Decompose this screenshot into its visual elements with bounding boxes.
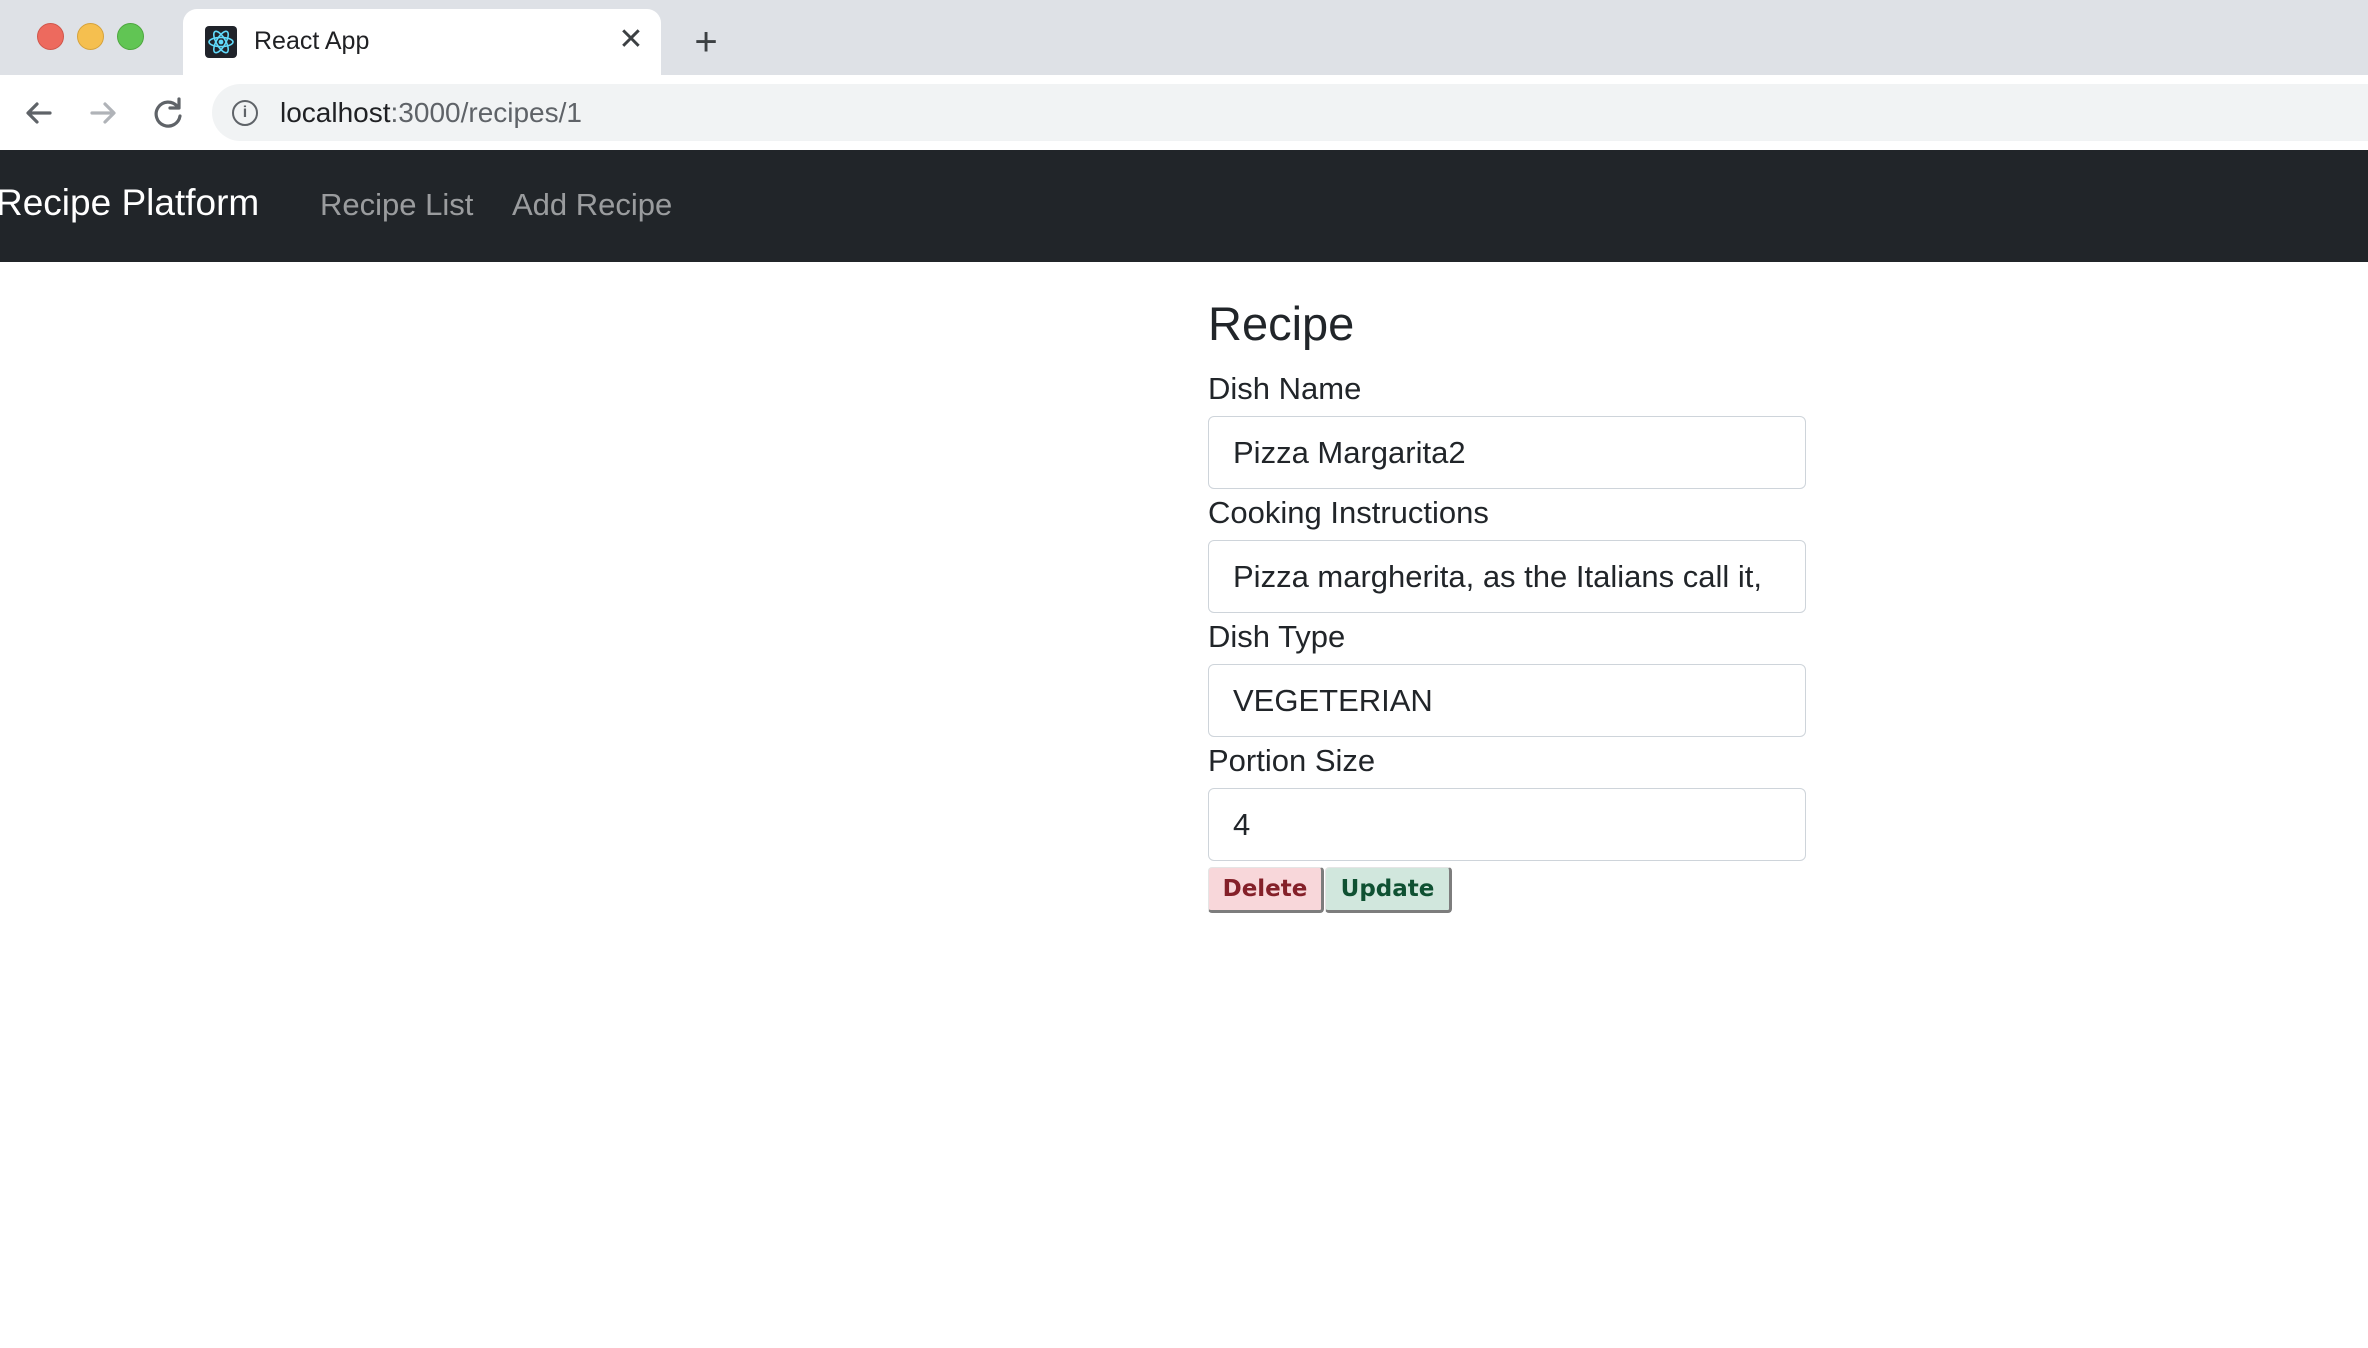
browser-tab-strip: React App ✕ + xyxy=(0,0,2368,75)
close-icon[interactable]: ✕ xyxy=(613,22,649,58)
dish-type-input[interactable] xyxy=(1208,664,1806,737)
url-text[interactable]: localhost:3000/recipes/1 xyxy=(280,97,582,129)
plus-icon[interactable]: + xyxy=(684,20,728,64)
cooking-instructions-label: Cooking Instructions xyxy=(1208,495,1489,530)
window-maximize-button[interactable] xyxy=(117,23,144,50)
delete-button[interactable]: Delete xyxy=(1208,867,1324,913)
nav-link-add-recipe[interactable]: Add Recipe xyxy=(512,187,672,223)
reload-icon[interactable] xyxy=(146,91,190,135)
react-favicon-icon xyxy=(205,26,237,58)
dish-type-label: Dish Type xyxy=(1208,619,1346,654)
nav-link-recipe-list[interactable]: Recipe List xyxy=(320,187,473,223)
info-icon[interactable]: i xyxy=(232,100,258,126)
browser-toolbar: i localhost:3000/recipes/1 xyxy=(0,75,2368,151)
forward-arrow-icon[interactable] xyxy=(81,91,125,135)
window-minimize-button[interactable] xyxy=(77,23,104,50)
portion-size-label: Portion Size xyxy=(1208,743,1376,778)
back-arrow-icon[interactable] xyxy=(17,91,61,135)
url-host: localhost xyxy=(280,97,391,128)
update-button[interactable]: Update xyxy=(1325,867,1452,913)
cooking-instructions-input[interactable] xyxy=(1208,540,1806,613)
brand-link[interactable]: Recipe Platform xyxy=(0,182,259,224)
dish-name-label: Dish Name xyxy=(1208,371,1362,406)
address-bar[interactable]: i localhost:3000/recipes/1 xyxy=(212,84,2368,141)
window-close-button[interactable] xyxy=(37,23,64,50)
tab-title: React App xyxy=(254,27,370,55)
page-title: Recipe xyxy=(1208,297,1355,350)
app-navbar: Recipe Platform Recipe List Add Recipe xyxy=(0,150,2368,262)
portion-size-input[interactable] xyxy=(1208,788,1806,861)
url-path: :3000/recipes/1 xyxy=(390,97,582,128)
browser-tab[interactable]: React App ✕ xyxy=(183,9,661,75)
dish-name-input[interactable] xyxy=(1208,416,1806,489)
